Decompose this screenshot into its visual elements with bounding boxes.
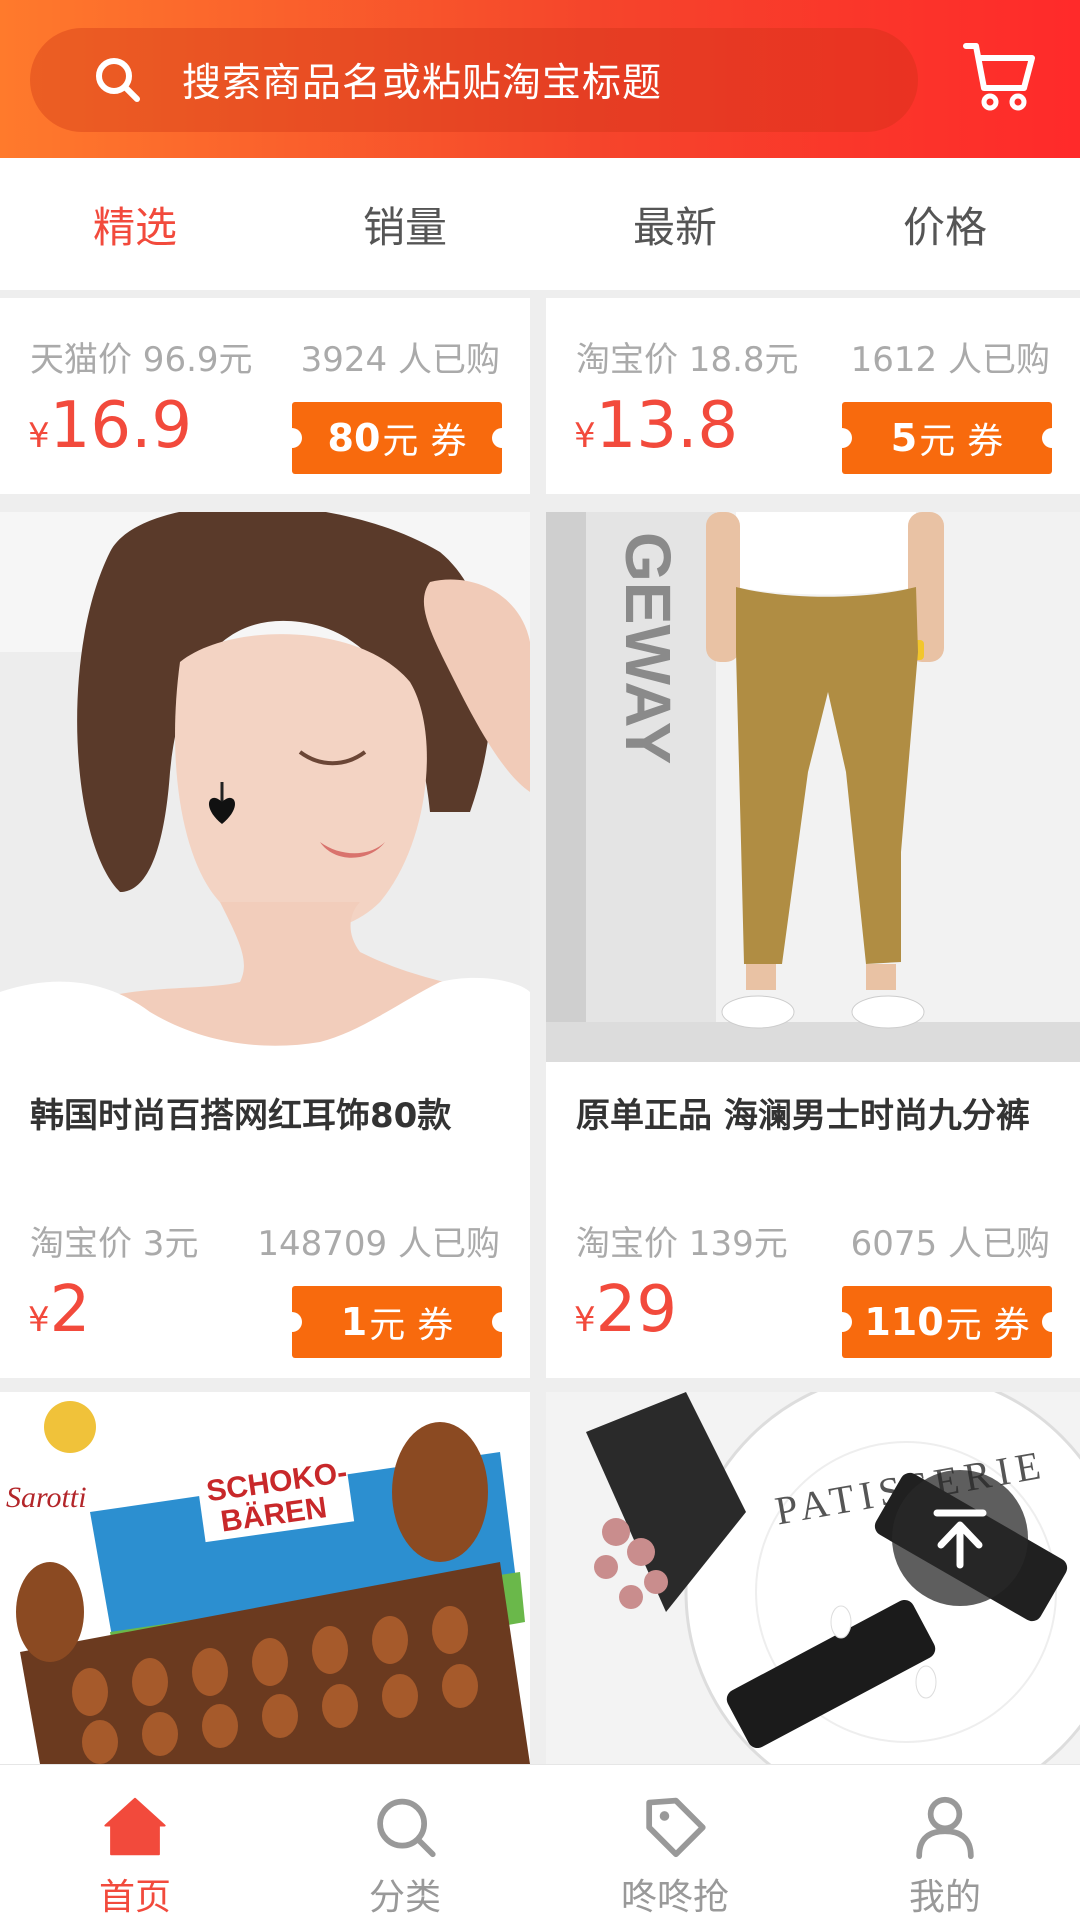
tab-newest[interactable]: 最新 [540, 158, 810, 290]
nav-label: 首页 [98, 1877, 171, 1918]
nav-label: 分类 [368, 1877, 441, 1918]
top-header: 搜索商品名或粘贴淘宝标题 [0, 0, 1080, 158]
search-icon [96, 58, 140, 102]
coupon-unit: 元 [369, 1305, 406, 1346]
currency-symbol: ¥ [574, 1300, 596, 1340]
chocolate-box-photo: SCHOKO- BÄREN Sarotti [0, 1392, 530, 1764]
coupon-badge[interactable]: 5元券 [832, 402, 1062, 474]
search-bar[interactable]: 搜索商品名或粘贴淘宝标题 [30, 28, 918, 132]
coupon-unit: 元 [919, 421, 956, 462]
tab-sales[interactable]: 销量 [270, 158, 540, 290]
search-input[interactable]: 搜索商品名或粘贴淘宝标题 [182, 52, 662, 108]
product-card[interactable]: 天猫价 96.9元 3924 人已购 ¥16.9 80 元券 [0, 298, 530, 494]
coupon-label: 券 [430, 421, 467, 462]
coupon-unit: 元 [945, 1305, 982, 1346]
back-to-top-button[interactable] [892, 1470, 1028, 1606]
product-title[interactable]: 原单正品 海澜男士时尚九分裤 [576, 1088, 1066, 1137]
original-price: 淘宝价 18.8元 [576, 340, 799, 380]
coupon-price: ¥16.9 [28, 394, 192, 458]
coupon-unit: 元 [382, 421, 419, 462]
product-title[interactable]: 韩国时尚百搭网红耳饰80款 [30, 1088, 520, 1137]
pants-model-photo: GEWAY [546, 512, 1080, 1062]
coupon-price: ¥13.8 [574, 394, 738, 458]
coupon-badge[interactable]: 80 元券 [282, 402, 512, 474]
original-price: 天猫价 96.9元 [30, 340, 253, 380]
currency-symbol: ¥ [574, 416, 596, 456]
bottom-nav: 首页 分类 咚咚抢 我的 [0, 1764, 1080, 1920]
product-image[interactable] [0, 512, 530, 1062]
original-price: 淘宝价 3元 [30, 1224, 199, 1264]
price-value: 2 [49, 1273, 91, 1347]
coupon-amount: 80 [327, 416, 381, 460]
tab-featured[interactable]: 精选 [0, 158, 270, 290]
product-card[interactable]: GEWAY 原单正品 海澜男士时尚九分裤 淘宝价 139元 6075 人已购 ¥… [546, 512, 1080, 1378]
currency-symbol: ¥ [28, 1300, 50, 1340]
currency-symbol: ¥ [28, 416, 50, 456]
original-price: 淘宝价 139元 [576, 1224, 788, 1264]
nav-home[interactable]: 首页 [0, 1765, 270, 1920]
coupon-price: ¥29 [574, 1278, 677, 1342]
coupon-amount: 110 [864, 1300, 944, 1344]
arrow-up-icon [933, 1509, 987, 1569]
nav-label: 我的 [908, 1877, 981, 1918]
coupon-badge[interactable]: 1元券 [282, 1286, 512, 1358]
coupon-amount: 1 [340, 1300, 368, 1344]
user-icon [916, 1796, 974, 1860]
earring-model-photo [0, 512, 530, 1062]
price-value: 29 [595, 1273, 678, 1347]
product-image[interactable]: GEWAY [546, 512, 1080, 1062]
sold-count: 1612 人已购 [850, 340, 1050, 380]
nav-label: 咚咚抢 [620, 1877, 729, 1918]
price-value: 16.9 [49, 389, 193, 463]
product-card[interactable]: SCHOKO- BÄREN Sarotti [0, 1392, 530, 1764]
nav-profile[interactable]: 我的 [810, 1765, 1080, 1920]
wall-text: GEWAY [612, 532, 684, 764]
nav-category[interactable]: 分类 [270, 1765, 540, 1920]
sort-tabs: 精选 销量 最新 价格 [0, 158, 1080, 290]
search-icon [377, 1798, 436, 1858]
cart-icon[interactable] [962, 38, 1038, 114]
coupon-label: 券 [417, 1305, 454, 1346]
sold-count: 148709 人已购 [257, 1224, 500, 1264]
app-root: 搜索商品名或粘贴淘宝标题 精选 销量 最新 价格 天猫价 96.9元 3924 … [0, 0, 1080, 1920]
product-image[interactable]: SCHOKO- BÄREN Sarotti [0, 1392, 530, 1764]
tag-icon [646, 1797, 706, 1858]
brand-logo: Sarotti [6, 1481, 87, 1514]
coupon-label: 券 [993, 1305, 1030, 1346]
coupon-amount: 5 [890, 416, 918, 460]
price-value: 13.8 [595, 389, 739, 463]
coupon-badge[interactable]: 110 元券 [832, 1286, 1062, 1358]
home-icon [104, 1797, 166, 1856]
product-card[interactable]: 淘宝价 18.8元 1612 人已购 ¥13.8 5元券 [546, 298, 1080, 494]
product-card[interactable]: 韩国时尚百搭网红耳饰80款 淘宝价 3元 148709 人已购 ¥2 1元券 [0, 512, 530, 1378]
tab-price[interactable]: 价格 [810, 158, 1080, 290]
coupon-label: 券 [967, 421, 1004, 462]
coupon-price: ¥2 [28, 1278, 90, 1342]
sold-count: 3924 人已购 [300, 340, 500, 380]
nav-flash-sale[interactable]: 咚咚抢 [540, 1765, 810, 1920]
sold-count: 6075 人已购 [850, 1224, 1050, 1264]
